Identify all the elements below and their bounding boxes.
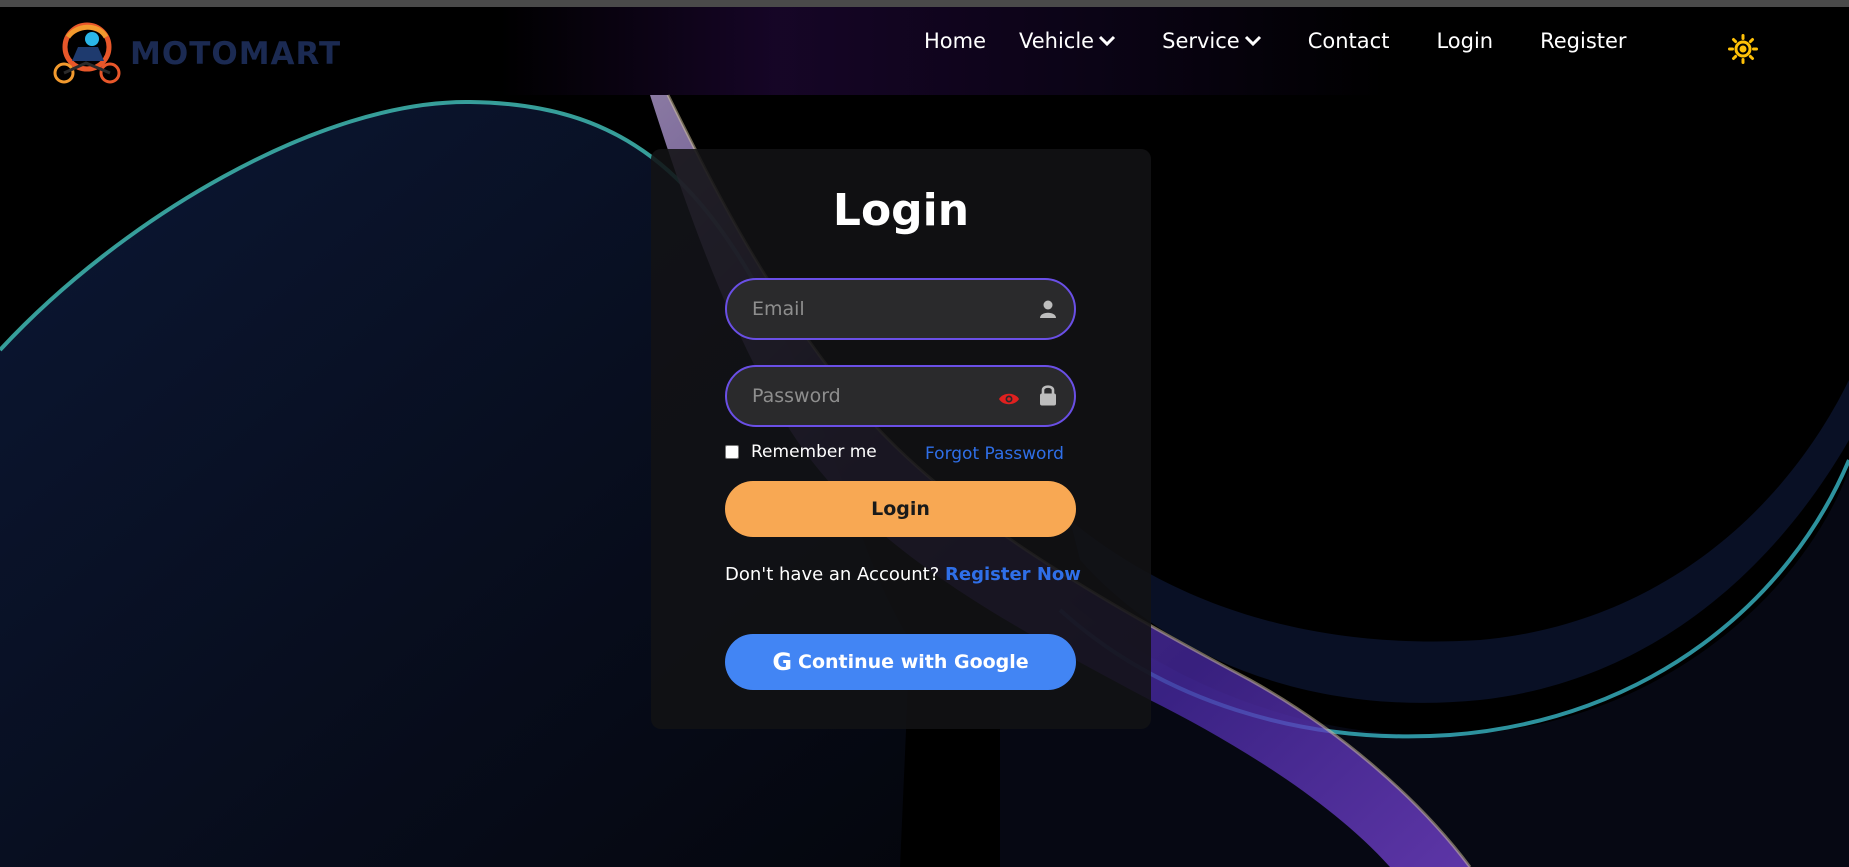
window-top-strip [0, 0, 1849, 7]
register-now-link[interactable]: Register Now [945, 564, 1081, 585]
motorcycle-rider-logo [53, 22, 121, 84]
email-input[interactable] [727, 298, 967, 320]
nav-item-home[interactable]: Home [924, 29, 986, 53]
nav-item-contact[interactable]: Contact [1308, 29, 1390, 53]
navbar: MOTOMART Home Vehicle Service Contact Lo… [0, 7, 1849, 95]
no-account-text: Don't have an Account? [725, 564, 940, 585]
nav-label: Vehicle [1019, 29, 1095, 53]
password-input[interactable] [727, 385, 967, 407]
nav-item-login[interactable]: Login [1436, 29, 1493, 53]
email-field[interactable] [725, 278, 1076, 340]
register-prompt: Don't have an Account? Register Now [725, 564, 1081, 585]
chevron-down-icon [1244, 35, 1261, 47]
nav-item-register[interactable]: Register [1540, 29, 1626, 53]
nav-item-service[interactable]: Service [1162, 29, 1262, 53]
nav-label: Service [1162, 29, 1240, 53]
chevron-down-icon [1099, 35, 1116, 47]
sun-icon[interactable] [1728, 34, 1758, 64]
user-icon [1040, 300, 1056, 318]
nav-label: Home [924, 29, 987, 53]
password-field[interactable] [725, 365, 1076, 427]
main-nav: Home Vehicle Service Contact Login Regis… [924, 29, 1627, 53]
brand[interactable]: MOTOMART [48, 17, 341, 87]
forgot-password-link[interactable]: Forgot Password [925, 444, 1064, 464]
google-button-label: Continue with Google [798, 651, 1029, 673]
remember-label: Remember me [751, 442, 877, 462]
lock-icon [1040, 385, 1056, 406]
nav-label: Login [1436, 29, 1494, 53]
google-signin-button[interactable]: G Continue with Google [725, 634, 1076, 690]
remember-me[interactable]: Remember me [725, 442, 877, 462]
nav-item-vehicle[interactable]: Vehicle [1019, 29, 1116, 53]
remember-checkbox[interactable] [725, 445, 739, 459]
login-button[interactable]: Login [725, 481, 1076, 537]
brand-name: MOTOMART [130, 36, 342, 72]
eye-icon[interactable] [998, 392, 1020, 406]
nav-label: Contact [1307, 29, 1390, 53]
nav-label: Register [1540, 29, 1627, 53]
google-icon: G [772, 648, 793, 676]
